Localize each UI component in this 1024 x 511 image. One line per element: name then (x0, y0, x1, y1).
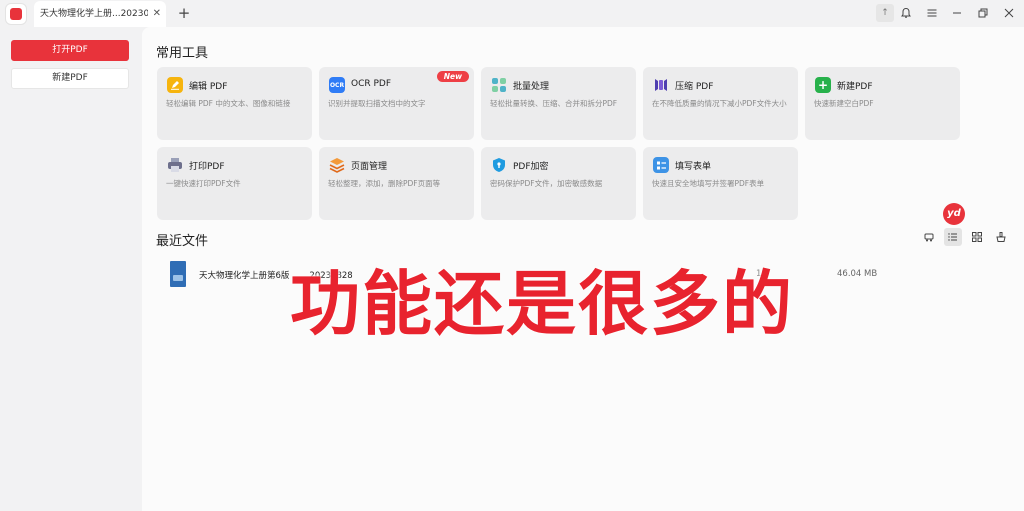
tool-title: OCR PDF (351, 79, 392, 89)
tool-desc: 一键快速打印PDF文件 (166, 179, 241, 188)
tool-card-ocr[interactable]: OCR OCR PDF 识别并提取扫描文档中的文字 New (319, 67, 474, 140)
title-bar: 天大物理化学上册...20230828 ✕ + ↑ (0, 0, 1024, 27)
overlay-caption: 功能还是很多的 (290, 263, 794, 345)
yd-badge: yd (943, 203, 965, 225)
bell-icon[interactable] (897, 4, 915, 22)
menu-icon[interactable] (923, 4, 941, 22)
tool-desc: 轻松批量转换、压缩、合并和拆分PDF (490, 99, 618, 108)
recent-section-title: 最近文件 (156, 234, 209, 249)
tool-desc: 密码保护PDF文件，加密敏感数据 (490, 179, 603, 188)
tool-card-new-pdf[interactable]: + 新建PDF 快速新建空白PDF (805, 67, 960, 140)
tool-title: 填写表单 (675, 162, 712, 172)
update-button[interactable]: ↑ (876, 4, 894, 22)
tool-card-print[interactable]: 打印PDF 一键快速打印PDF文件 (157, 147, 312, 220)
tool-title: 新建PDF (837, 82, 873, 92)
tool-title: 页面管理 (351, 162, 388, 172)
restore-icon[interactable] (974, 4, 992, 22)
sidebar: 打开PDF 新建PDF (0, 27, 142, 511)
tool-card-edit[interactable]: 编辑 PDF 轻松编辑 PDF 中的文本、图像和链接 (157, 67, 312, 140)
new-badge: New (436, 71, 469, 82)
tab-close-icon[interactable]: ✕ (153, 1, 161, 27)
clean-icon[interactable] (992, 228, 1010, 246)
cloud-view-icon[interactable] (920, 228, 938, 246)
tool-desc: 识别并提取扫描文档中的文字 (328, 99, 426, 108)
tool-card-pages[interactable]: 页面管理 轻松整理，添加，删除PDF页面等 (319, 147, 474, 220)
file-size: 46.04 MB (837, 269, 878, 279)
compress-icon (653, 77, 669, 93)
open-pdf-button[interactable]: 打开PDF (11, 40, 129, 61)
pages-icon (329, 157, 345, 173)
batch-icon (491, 77, 507, 93)
print-icon (167, 157, 183, 173)
lock-icon (491, 157, 507, 173)
new-pdf-icon: + (815, 77, 831, 93)
form-icon (653, 157, 669, 173)
document-tab[interactable]: 天大物理化学上册...20230828 ✕ (34, 1, 166, 27)
ocr-icon: OCR (329, 77, 345, 93)
tool-desc: 快速新建空白PDF (814, 99, 874, 108)
tool-title: PDF加密 (513, 162, 549, 172)
tool-card-encrypt[interactable]: PDF加密 密码保护PDF文件，加密敏感数据 (481, 147, 636, 220)
tool-card-form[interactable]: 填写表单 快速且安全地填写并签署PDF表单 (643, 147, 798, 220)
edit-icon (167, 77, 183, 93)
tool-title: 打印PDF (189, 162, 225, 172)
tool-desc: 轻松编辑 PDF 中的文本、图像和链接 (166, 99, 291, 108)
grid-view-icon[interactable] (968, 228, 986, 246)
tool-title: 批量处理 (513, 82, 550, 92)
tool-desc: 轻松整理，添加，删除PDF页面等 (328, 179, 441, 188)
pdf-file-icon (170, 261, 186, 287)
tool-desc: 快速且安全地填写并签署PDF表单 (652, 179, 765, 188)
app-logo[interactable] (6, 4, 26, 24)
tool-title: 编辑 PDF (189, 82, 228, 92)
tab-label: 天大物理化学上册...20230828 (40, 9, 148, 19)
minimize-icon[interactable] (948, 4, 966, 22)
new-tab-button[interactable]: + (176, 3, 192, 23)
new-pdf-button[interactable]: 新建PDF (11, 68, 129, 89)
tool-card-compress[interactable]: 压缩 PDF 在不降低质量的情况下减小PDF文件大小 (643, 67, 798, 140)
tool-desc: 在不降低质量的情况下减小PDF文件大小 (652, 99, 787, 108)
tools-section-title: 常用工具 (156, 46, 209, 61)
close-window-icon[interactable] (1000, 4, 1018, 22)
list-view-icon[interactable] (944, 228, 962, 246)
tool-title: 压缩 PDF (675, 82, 714, 92)
tool-card-batch[interactable]: 批量处理 轻松批量转换、压缩、合并和拆分PDF (481, 67, 636, 140)
